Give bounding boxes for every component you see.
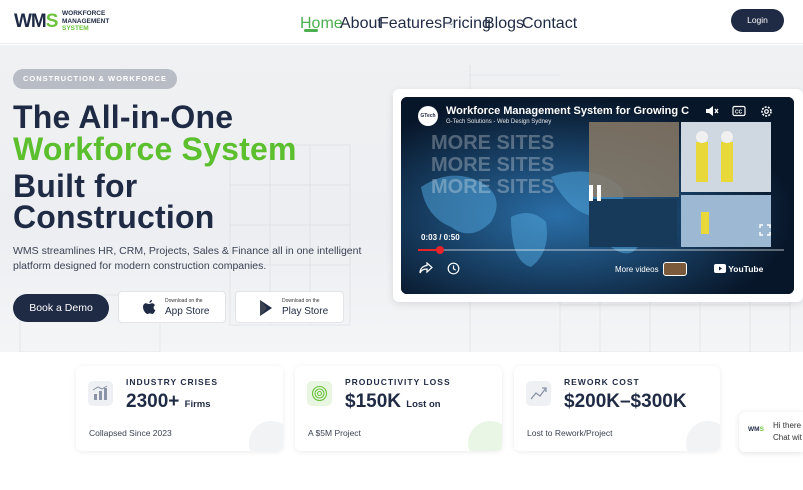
stat-label: INDUSTRY CRISES: [126, 377, 218, 387]
book-demo-button[interactable]: Book a Demo: [13, 294, 109, 322]
app-store-caption: Download on the: [165, 298, 203, 304]
card-decoration: [468, 421, 502, 451]
stat-card-industry-crises: INDUSTRY CRISES 2300+ Firms Collapsed Si…: [76, 366, 283, 451]
more-videos-thumbnail[interactable]: [663, 262, 687, 276]
captions-icon[interactable]: CC: [731, 105, 747, 119]
stat-value: $150K Lost on: [345, 391, 441, 412]
fullscreen-icon[interactable]: [759, 224, 771, 236]
hero-section: CONSTRUCTION & WORKFORCE The All-in-One …: [0, 45, 803, 352]
hero-title-line2: Workforce System: [13, 131, 297, 167]
svg-text:MORE SITES: MORE SITES: [431, 132, 554, 154]
apple-icon: [143, 300, 156, 314]
play-store-label: Play Store: [282, 306, 329, 317]
app-store-button[interactable]: Download on the App Store: [118, 291, 226, 323]
stat-value: $200K–$300K: [564, 391, 687, 412]
channel-avatar[interactable]: GTech: [418, 106, 438, 126]
stat-label: REWORK COST: [564, 377, 640, 387]
hero-title-line4: Construction: [13, 199, 215, 235]
chat-greeting: Hi there Chat wit: [773, 421, 802, 442]
hero-title-line3: Built for: [13, 168, 138, 204]
video-player[interactable]: MORE SITES MORE SITES MORE SITES GTech W…: [401, 97, 794, 294]
play-store-caption: Download on the: [282, 298, 320, 304]
play-store-button[interactable]: Download on the Play Store: [235, 291, 344, 323]
more-videos-label[interactable]: More videos: [615, 265, 659, 274]
nav-blogs[interactable]: Blogs: [484, 15, 524, 33]
site-header: WMS WORKFORCE MANAGEMENT SYSTEM Home Abo…: [0, 0, 803, 44]
youtube-logo[interactable]: YouTube: [714, 264, 763, 274]
svg-text:CC: CC: [735, 110, 743, 116]
video-scrubber[interactable]: [435, 246, 444, 254]
play-store-icon: [260, 300, 272, 316]
stat-label: PRODUCTIVITY LOSS: [345, 377, 451, 387]
settings-gear-icon[interactable]: [758, 105, 774, 119]
share-icon[interactable]: [419, 261, 433, 276]
stat-footnote: Collapsed Since 2023: [89, 428, 172, 438]
wms-logo[interactable]: WMS WORKFORCE MANAGEMENT SYSTEM: [14, 8, 122, 36]
stat-value: 2300+ Firms: [126, 391, 211, 412]
fingerprint-icon: [307, 381, 332, 406]
svg-text:MORE SITES: MORE SITES: [431, 176, 554, 198]
trend-icon: [526, 381, 551, 406]
logo-wordmark: WORKFORCE MANAGEMENT SYSTEM: [62, 10, 110, 32]
video-card: MORE SITES MORE SITES MORE SITES GTech W…: [393, 89, 803, 302]
nav-contact[interactable]: Contact: [522, 15, 577, 33]
bar-chart-icon: [88, 381, 113, 406]
app-store-label: App Store: [165, 306, 210, 317]
video-channel[interactable]: G-Tech Solutions - Web Design Sydney: [446, 119, 551, 125]
stat-footnote: A $5M Project: [308, 428, 361, 438]
nav-about[interactable]: About: [340, 15, 382, 33]
stat-footnote: Lost to Rework/Project: [527, 428, 613, 438]
chat-widget[interactable]: WMS Hi there Chat wit: [739, 412, 803, 452]
chat-logo: WMS: [748, 426, 764, 433]
logo-mark: WMS: [14, 11, 58, 32]
login-button[interactable]: Login: [731, 9, 784, 32]
watch-later-clock-icon[interactable]: [447, 262, 460, 277]
stat-card-productivity-loss: PRODUCTIVITY LOSS $150K Lost on A $5M Pr…: [295, 366, 502, 451]
stat-card-rework-cost: REWORK COST $200K–$300K Lost to Rework/P…: [514, 366, 720, 451]
video-progress-bar[interactable]: [418, 246, 784, 254]
category-tag: CONSTRUCTION & WORKFORCE: [13, 69, 177, 89]
card-decoration: [249, 421, 283, 451]
video-title[interactable]: Workforce Management System for Growing …: [446, 105, 691, 117]
video-time: 0:03 / 0:50: [421, 233, 460, 242]
nav-active-indicator: [304, 29, 318, 32]
youtube-label: YouTube: [728, 264, 764, 274]
hero-description: WMS streamlines HR, CRM, Projects, Sales…: [13, 245, 362, 272]
svg-text:MORE SITES: MORE SITES: [431, 154, 554, 176]
hero-title-line1: The All-in-One: [13, 99, 234, 135]
mute-icon[interactable]: [704, 105, 720, 119]
card-decoration: [686, 421, 720, 451]
pause-icon[interactable]: [583, 181, 607, 205]
